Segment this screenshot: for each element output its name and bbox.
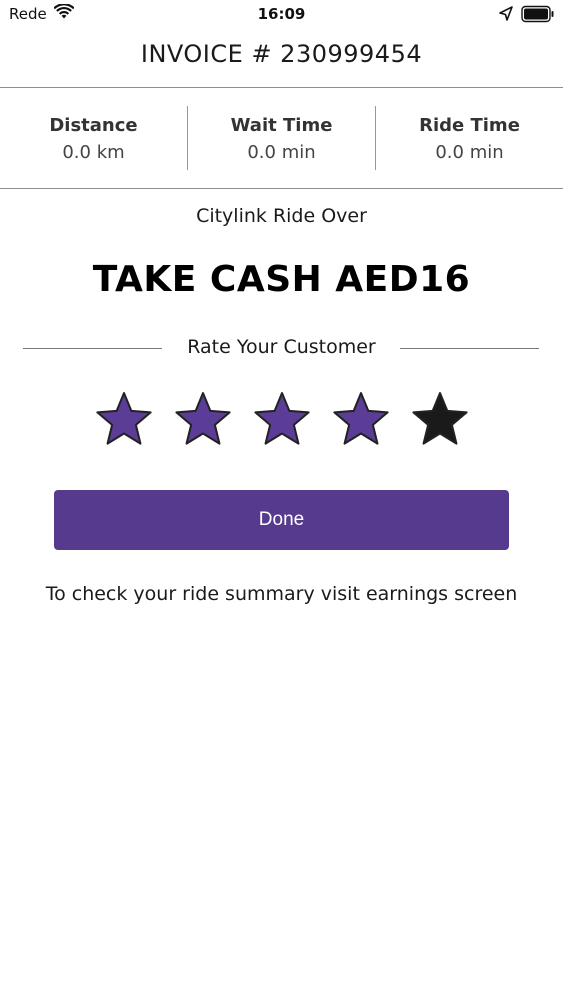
stats-divider — [0, 188, 563, 189]
stat-wait-time: Wait Time 0.0 min — [188, 88, 375, 188]
ride-status: Citylink Ride Over — [196, 205, 367, 227]
stat-ride-time: Ride Time 0.0 min — [376, 88, 563, 188]
location-arrow-icon — [499, 6, 513, 26]
stat-label: Ride Time — [419, 115, 520, 136]
stat-label: Wait Time — [230, 115, 333, 136]
done-button[interactable]: Done — [54, 490, 509, 550]
invoice-title: INVOICE # 230999454 — [140, 40, 423, 68]
rating-label: Rate Your Customer — [187, 336, 376, 358]
stat-label: Distance — [49, 115, 138, 136]
rating-line-right — [400, 348, 539, 349]
stat-value: 0.0 min — [247, 142, 316, 163]
stat-value: 0.0 km — [62, 142, 125, 163]
star-5-icon[interactable] — [409, 388, 471, 450]
star-2-icon[interactable] — [172, 388, 234, 450]
ride-stats: Distance 0.0 km Wait Time 0.0 min Ride T… — [0, 88, 563, 188]
stat-value: 0.0 min — [435, 142, 504, 163]
star-3-icon[interactable] — [251, 388, 313, 450]
summary-note: To check your ride summary visit earning… — [45, 583, 518, 605]
star-1-icon[interactable] — [93, 388, 155, 450]
status-time: 16:09 — [257, 5, 306, 23]
status-bar: Rede 16:09 — [0, 0, 563, 30]
rating-stars — [0, 388, 563, 450]
battery-icon — [521, 5, 555, 27]
rating-header: Rate Your Customer — [0, 336, 563, 362]
cash-prompt: TAKE CASH AED16 — [92, 259, 471, 300]
star-4-icon[interactable] — [330, 388, 392, 450]
stat-distance: Distance 0.0 km — [0, 88, 187, 188]
